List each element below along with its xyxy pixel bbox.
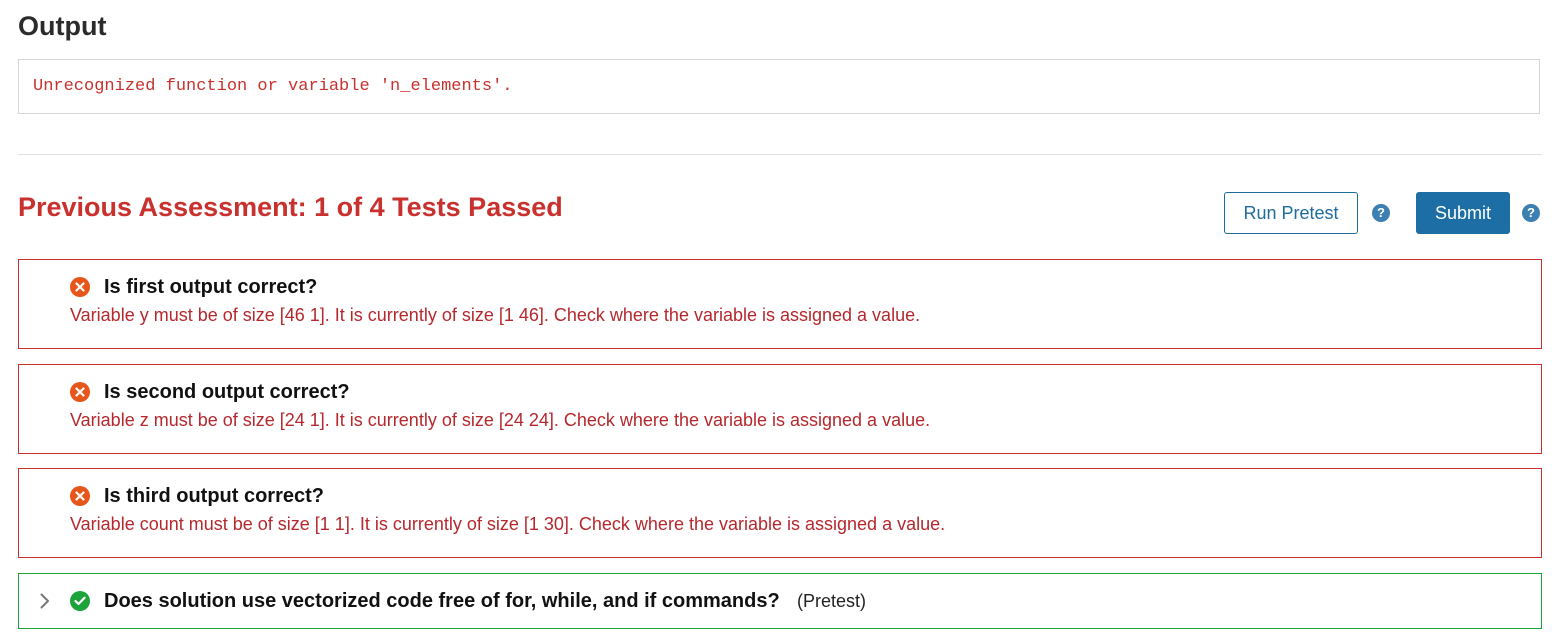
x-circle-icon bbox=[70, 277, 90, 297]
pretest-tag: (Pretest) bbox=[797, 591, 867, 611]
output-error-text: Unrecognized function or variable 'n_ele… bbox=[33, 77, 513, 96]
submit-help-icon[interactable]: ? bbox=[1522, 204, 1540, 222]
test-message: Variable y must be of size [46 1]. It is… bbox=[70, 305, 921, 325]
run-pretest-button[interactable]: Run Pretest bbox=[1224, 192, 1358, 234]
test-message: Variable z must be of size [24 1]. It is… bbox=[70, 410, 931, 430]
test-title: Is third output correct? bbox=[104, 485, 324, 507]
test-title: Is first output correct? bbox=[104, 276, 318, 298]
assessment-title: Previous Assessment: 1 of 4 Tests Passed bbox=[18, 192, 563, 222]
test-result-vectorized-code[interactable]: Does solution use vectorized code free o… bbox=[18, 573, 1542, 629]
test-result-first-output: Is first output correct? Variable y must… bbox=[18, 259, 1542, 349]
x-circle-icon bbox=[70, 486, 90, 506]
submit-button[interactable]: Submit bbox=[1416, 192, 1510, 234]
test-result-third-output: Is third output correct? Variable count … bbox=[18, 468, 1542, 558]
run-pretest-help-icon[interactable]: ? bbox=[1372, 204, 1390, 222]
output-heading: Output bbox=[18, 11, 107, 41]
output-box: Unrecognized function or variable 'n_ele… bbox=[18, 59, 1540, 114]
test-title: Is second output correct? bbox=[104, 381, 350, 403]
test-message: Variable count must be of size [1 1]. It… bbox=[70, 514, 946, 534]
x-circle-icon bbox=[70, 382, 90, 402]
chevron-right-icon[interactable] bbox=[35, 590, 55, 612]
test-title: Does solution use vectorized code free o… bbox=[104, 590, 780, 612]
check-circle-icon bbox=[70, 591, 90, 611]
test-result-second-output: Is second output correct? Variable z mus… bbox=[18, 364, 1542, 454]
section-divider bbox=[18, 154, 1542, 155]
